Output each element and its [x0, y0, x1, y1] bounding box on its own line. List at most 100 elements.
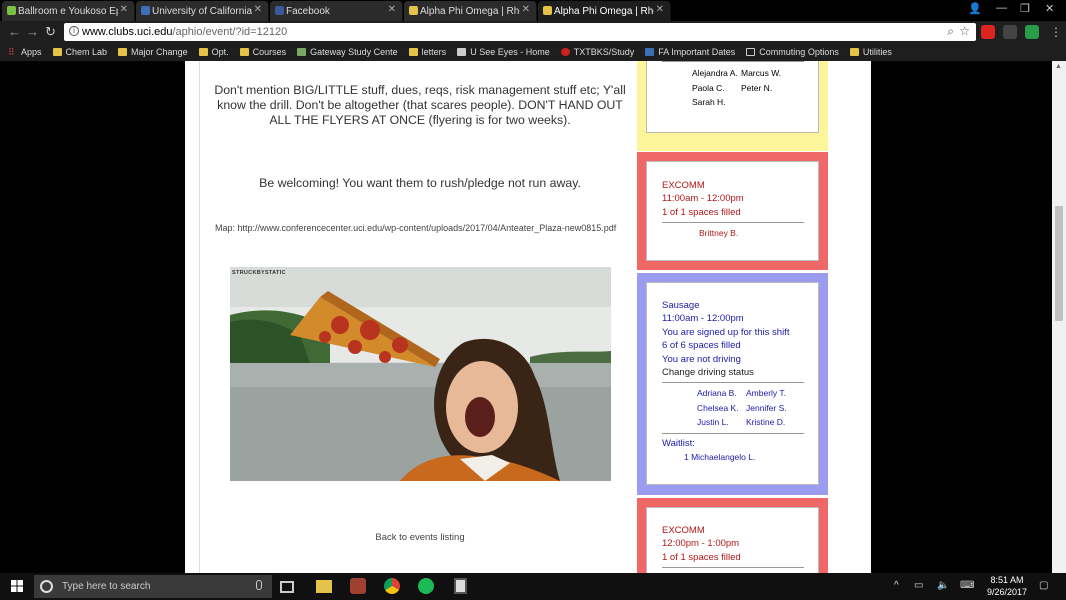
- bookmarks-bar: ⠿ Apps Chem Lab Major Change Opt. Courses…: [0, 43, 1066, 61]
- tab-title: Alpha Phi Omega | Rho P: [420, 5, 520, 17]
- bookmark-item[interactable]: Major Change: [118, 47, 188, 57]
- page-viewport: Don't mention BIG/LITTLE stuff, dues, re…: [0, 61, 1066, 573]
- gif-picture: [230, 267, 611, 481]
- tab-favicon-icon: [7, 6, 16, 15]
- screen: Ballroom e Youkoso Epis ✕ University of …: [0, 0, 1066, 600]
- taskbar-search-box[interactable]: Type here to search: [34, 575, 272, 598]
- task-view-icon[interactable]: [280, 581, 294, 593]
- scrollbar-thumb[interactable]: [1055, 206, 1063, 321]
- bookmark-label: Chem Lab: [65, 47, 108, 57]
- site-info-icon[interactable]: i: [69, 26, 79, 36]
- zoom-icon[interactable]: ⌕: [947, 24, 954, 39]
- close-tab-icon[interactable]: ✕: [522, 4, 530, 15]
- folder-icon: [198, 48, 208, 56]
- close-tab-icon[interactable]: ✕: [254, 4, 262, 15]
- browser-tab[interactable]: Alpha Phi Omega | Rho P ✕: [404, 1, 537, 21]
- scroll-up-icon[interactable]: ▲: [1055, 63, 1062, 70]
- page-favicon-icon: [457, 48, 467, 56]
- shift-card-inner: EXCOMM 12:00pm - 1:00pm 1 of 1 spaces fi…: [646, 507, 819, 573]
- folder-icon: [118, 48, 128, 56]
- spotify-icon[interactable]: [418, 578, 434, 594]
- shift-filled-count: 1 of 1 spaces filled: [662, 551, 741, 563]
- app-icon[interactable]: [350, 578, 366, 594]
- battery-icon[interactable]: ▭: [914, 580, 923, 591]
- calculator-icon[interactable]: [454, 578, 467, 594]
- browser-tab[interactable]: University of California, I ✕: [136, 1, 269, 21]
- tab-title: Facebook: [286, 5, 330, 17]
- action-center-icon[interactable]: ▢: [1039, 580, 1048, 591]
- microphone-icon[interactable]: [256, 580, 262, 590]
- menu-kebab-icon[interactable]: ⋮: [1050, 25, 1062, 39]
- bookmark-item[interactable]: FA Important Dates: [645, 47, 735, 57]
- member-name: Sarah H.: [692, 97, 726, 107]
- bookmark-star-icon[interactable]: ☆: [959, 24, 970, 38]
- shift-card-inner: EXCOMM 11:00am - 12:00pm 1 of 1 spaces f…: [646, 161, 819, 261]
- bookmark-item[interactable]: letters: [408, 47, 446, 57]
- forward-arrow-icon[interactable]: →: [26, 24, 39, 39]
- folder-icon: [849, 48, 859, 56]
- member-name: Adriana B.: [697, 388, 737, 399]
- page-scrollbar[interactable]: ▲: [1052, 61, 1066, 573]
- windows-start-icon[interactable]: [11, 580, 23, 592]
- member-name: Alejandra A.: [692, 68, 738, 78]
- close-tab-icon[interactable]: ✕: [388, 4, 396, 15]
- close-tab-icon[interactable]: ✕: [656, 4, 664, 15]
- shift-title: Sausage: [662, 300, 700, 311]
- bookmark-item[interactable]: Commuting Options: [746, 47, 839, 57]
- bookmark-label: TXTBKS/Study: [573, 47, 635, 57]
- waitlist-label: Waitlist:: [662, 437, 695, 449]
- windows-taskbar: Type here to search ^ ▭ 🔈 ⌨ 8:51 AM 9/26…: [0, 573, 1066, 600]
- tab-favicon-icon: [543, 6, 552, 15]
- chrome-icon[interactable]: [384, 578, 400, 594]
- bookmark-item[interactable]: Opt.: [198, 47, 229, 57]
- shift-card-sausage: Sausage 11:00am - 12:00pm You are signed…: [637, 273, 828, 495]
- folder-icon: [52, 48, 62, 56]
- change-driving-status-link[interactable]: Change driving status: [647, 366, 818, 379]
- divider: [662, 567, 804, 569]
- bookmark-label: Gateway Study Cente: [310, 47, 398, 57]
- browser-tab-active[interactable]: Alpha Phi Omega | Rho P ✕: [538, 1, 671, 21]
- close-window-icon[interactable]: ✕: [1045, 2, 1054, 15]
- browser-tab[interactable]: Facebook ✕: [270, 1, 403, 21]
- keyboard-icon[interactable]: ⌨: [960, 580, 974, 591]
- bookmark-item[interactable]: U See Eyes - Home: [457, 47, 550, 57]
- minimize-icon[interactable]: —: [996, 2, 1007, 14]
- new-extension-icon[interactable]: [1025, 25, 1039, 39]
- cortana-icon: [40, 580, 53, 593]
- volume-icon[interactable]: 🔈: [937, 580, 949, 591]
- back-arrow-icon[interactable]: ←: [8, 24, 21, 39]
- tab-title: University of California, I: [152, 5, 252, 17]
- back-to-events-link[interactable]: Back to events listing: [210, 532, 630, 543]
- browser-tab[interactable]: Ballroom e Youkoso Epis ✕: [2, 1, 135, 21]
- member-name: Kristine D.: [746, 417, 786, 428]
- user-icon[interactable]: 👤: [968, 2, 982, 15]
- system-clock[interactable]: 8:51 AM 9/26/2017: [979, 574, 1035, 598]
- member-name: Paola C.: [692, 82, 725, 93]
- shift-title: EXCOMM: [662, 525, 705, 536]
- divider: [662, 382, 804, 384]
- close-tab-icon[interactable]: ✕: [120, 4, 128, 15]
- reload-icon[interactable]: ↻: [45, 24, 56, 40]
- browser-toolbar: ← → ↻ i www.clubs.uci.edu/aphio/event/?i…: [0, 21, 1066, 43]
- bookmark-item[interactable]: Utilities: [849, 47, 892, 57]
- bookmark-item[interactable]: TXTBKS/Study: [560, 47, 635, 57]
- restore-icon[interactable]: ❐: [1020, 2, 1030, 15]
- adblock-extension-icon[interactable]: [981, 25, 995, 39]
- map-link[interactable]: Map: http://www.conferencecenter.uci.edu…: [210, 223, 630, 233]
- chevron-up-icon[interactable]: ^: [894, 580, 899, 591]
- search-placeholder: Type here to search: [62, 581, 151, 592]
- member-name: Chelsea K.: [697, 402, 739, 413]
- tab-title: Ballroom e Youkoso Epis: [18, 5, 118, 17]
- tab-title: Alpha Phi Omega | Rho P: [554, 5, 654, 17]
- bookmark-item[interactable]: Gateway Study Cente: [297, 47, 398, 57]
- address-bar[interactable]: i www.clubs.uci.edu/aphio/event/?id=1212…: [64, 23, 976, 41]
- clock-date: 9/26/2017: [986, 587, 1028, 597]
- file-explorer-icon[interactable]: [316, 580, 332, 593]
- shift-card-excomm: EXCOMM 11:00am - 12:00pm 1 of 1 spaces f…: [637, 152, 828, 270]
- extension-icon[interactable]: [1003, 25, 1017, 39]
- bookmark-label: Major Change: [131, 47, 188, 57]
- bookmark-item[interactable]: Chem Lab: [52, 47, 108, 57]
- bookmark-item[interactable]: Courses: [239, 47, 286, 57]
- bookmark-apps[interactable]: ⠿ Apps: [8, 47, 42, 57]
- divider: [662, 432, 804, 434]
